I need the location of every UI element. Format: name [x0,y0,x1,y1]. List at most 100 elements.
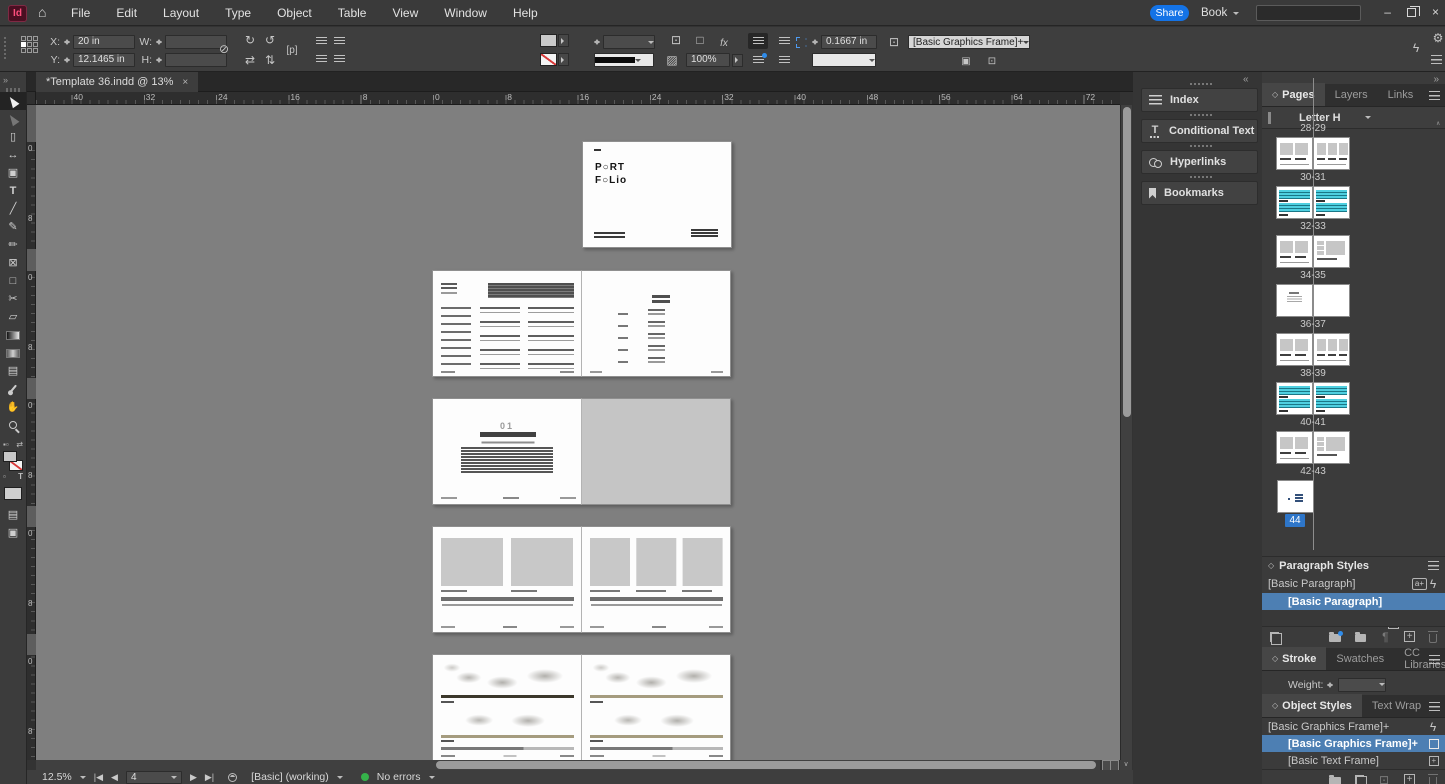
spread-label[interactable]: 36-37 [1300,318,1326,332]
tab-links[interactable]: Links [1378,83,1424,106]
stroke-weight-stepper[interactable] [594,36,601,48]
w-stepper[interactable] [156,36,163,48]
paragraph-style-item[interactable]: [Basic Paragraph] [1262,593,1445,610]
gap-tool[interactable] [0,146,26,164]
menu-help[interactable]: Help [500,6,551,20]
delete-style-icon[interactable] [1429,777,1437,784]
document-page[interactable]: P○RT F○Lio [582,141,732,248]
pencil-tool[interactable] [0,236,26,254]
rotate-cw-button[interactable] [242,33,258,47]
quick-apply-icon[interactable] [1427,720,1439,734]
document-page[interactable] [432,654,582,760]
document-page[interactable] [581,270,731,377]
settings-gear-icon[interactable] [1430,31,1445,45]
selection-tool[interactable] [0,92,26,110]
errors-chevron-icon[interactable] [429,776,435,782]
paragraph-styles-header[interactable]: ◇ Paragraph Styles [1262,556,1445,574]
flip-vertical-button[interactable] [262,53,278,67]
bookmarks-panel-button[interactable]: Bookmarks [1141,181,1258,205]
align-center-button[interactable] [334,37,345,46]
h-stepper[interactable] [156,54,163,66]
frame-fitting-icon[interactable] [886,35,902,49]
effect-select[interactable] [812,53,876,67]
spread-5[interactable] [432,654,731,760]
clear-overrides-icon[interactable] [958,55,974,69]
book-dropdown[interactable]: Book [1201,5,1239,21]
fill-swatch[interactable] [540,34,557,47]
index-panel-button[interactable]: Index [1141,88,1258,112]
tab-text-wrap[interactable]: Text Wrap [1362,694,1431,717]
corner-radius-field[interactable]: 0.1667 in [821,35,877,49]
new-style-group-icon[interactable] [1329,777,1341,784]
page-tool[interactable] [0,128,26,146]
spread-label[interactable]: 34-35 [1300,269,1326,283]
edit-style-icon[interactable] [1378,773,1390,784]
conditional-text-panel-button[interactable]: T Conditional Text [1141,119,1258,143]
pen-tool[interactable] [0,218,26,236]
control-panel-menu-icon[interactable] [1431,55,1442,64]
preflight-profile[interactable]: [Basic] (working) [251,771,329,783]
preflight-chevron-icon[interactable] [337,776,343,782]
select-container-icon[interactable] [284,42,300,58]
menu-object[interactable]: Object [264,6,325,20]
object-style-item-selected[interactable]: [Basic Graphics Frame]+ [1262,735,1445,752]
spread-thumbnail[interactable] [1276,186,1350,219]
tab-object-styles[interactable]: ◇Object Styles [1262,694,1362,717]
effects-target-icon[interactable] [692,33,708,47]
dock-collapse-icon[interactable]: « [1243,74,1249,85]
wrap-options-button[interactable] [774,52,794,68]
default-swatches-icon[interactable]: ▪▫ [3,440,9,450]
panel-menu-icon[interactable] [1429,91,1440,100]
y-stepper[interactable] [64,54,71,66]
stroke-type-select[interactable] [594,53,654,67]
rectangle-tool[interactable] [0,272,26,290]
zoom-tool[interactable] [0,416,26,434]
type-tool[interactable] [0,182,26,200]
weight-stepper[interactable] [1327,679,1334,691]
restore-button[interactable] [1407,8,1416,17]
fill-stroke-indicator[interactable] [0,450,26,472]
document-page[interactable] [432,526,582,633]
folder-icon[interactable] [1355,634,1367,642]
menu-window[interactable]: Window [431,6,500,20]
apply-color-button[interactable] [4,487,22,500]
preflight-status[interactable]: No errors [377,771,421,783]
distribute-button[interactable] [334,55,345,64]
zoom-chevron-icon[interactable] [80,776,86,782]
panel-grip[interactable] [4,37,6,61]
horizontal-ruler[interactable]: 403224168081624324048566472 [36,92,1120,105]
vertical-ruler[interactable]: 08 08 08 08 08 [27,105,36,760]
ruler-corner[interactable] [27,92,36,105]
rotate-ccw-button[interactable] [262,33,278,47]
page-number-field[interactable]: 4 [126,771,182,784]
first-page-button[interactable]: |◀ [94,772,103,783]
document-page[interactable] [432,270,582,377]
master-chevron-icon[interactable] [1365,116,1371,122]
reference-point-proxy[interactable] [21,36,40,55]
menu-type[interactable]: Type [212,6,264,20]
spread-label[interactable]: 32-33 [1300,220,1326,234]
note-tool[interactable] [0,362,26,380]
document-page[interactable] [581,526,731,633]
corner-radius-icon[interactable] [796,37,807,48]
tools-collapse-icon[interactable]: » [0,72,26,88]
justify-last-left-button[interactable] [774,33,794,49]
image-placeholder-page[interactable] [581,398,731,505]
spread-thumbnail[interactable] [1276,235,1350,268]
pages-panel-scrollbar[interactable] [1436,122,1443,606]
direct-selection-tool[interactable] [0,110,26,128]
style-group-icon[interactable] [1270,632,1279,642]
corner-radius-stepper[interactable] [812,36,819,48]
spread-label[interactable]: 42-43 [1300,465,1326,479]
spread-thumbnail[interactable] [1276,137,1350,170]
stroke-swatch[interactable] [540,53,557,66]
document-canvas[interactable]: P○RT F○Lio 01 [36,105,1120,760]
spread-cover[interactable]: P○RT F○Lio [582,141,732,248]
document-page[interactable] [581,654,731,760]
last-page-button[interactable]: ▶| [205,772,214,783]
style-from-selection-icon[interactable] [1355,775,1364,784]
apply-gradient-button[interactable] [0,506,26,524]
close-button[interactable]: × [1432,3,1439,21]
stroke-chevron[interactable] [558,53,569,66]
tab-pages[interactable]: ◇Pages [1262,83,1325,106]
